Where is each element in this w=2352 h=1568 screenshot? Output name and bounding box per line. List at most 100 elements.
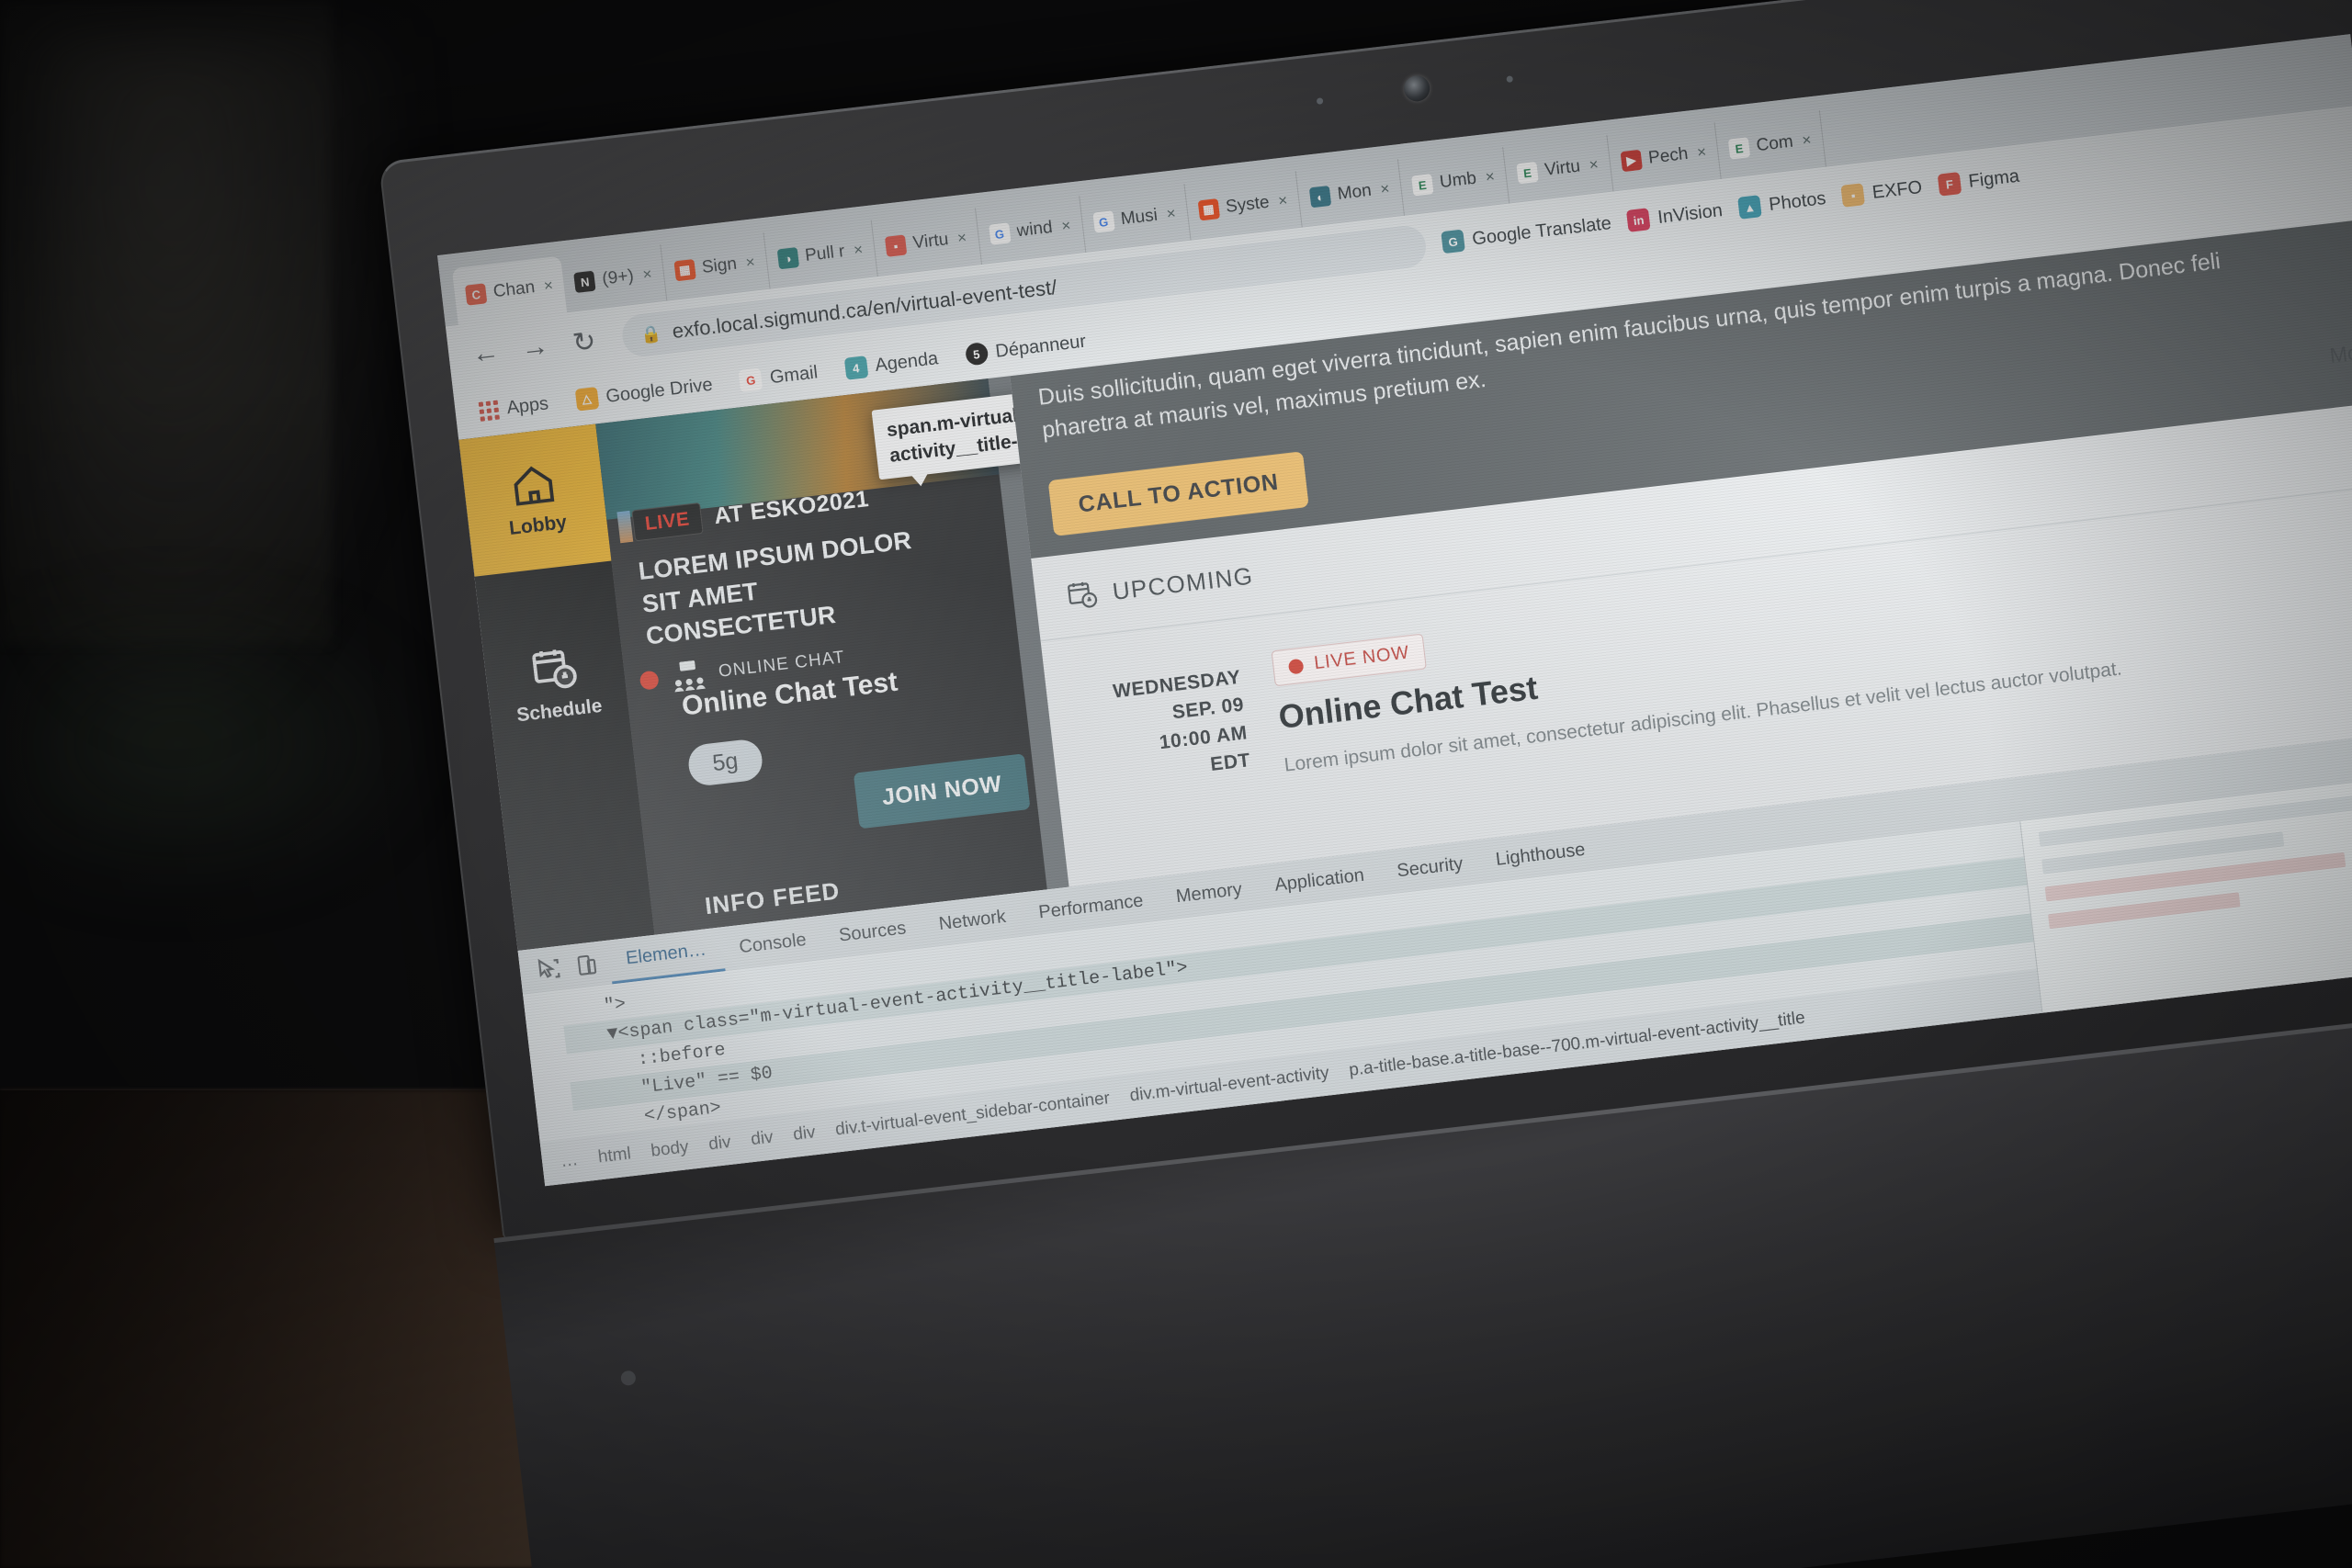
tab-close-icon[interactable]: × <box>543 276 554 296</box>
tab-favicon: ◐ <box>1308 185 1332 209</box>
bookmark-label: Google Drive <box>605 374 714 407</box>
tab-favicon: E <box>1516 161 1539 185</box>
breadcrumb-item[interactable]: div <box>707 1133 732 1156</box>
tab-close-icon[interactable]: × <box>745 253 756 272</box>
bookmark-agenda[interactable]: 4 Agenda <box>843 347 939 380</box>
tab-title: Pech <box>1647 143 1690 168</box>
event-sidebar-panel: LIVE AT ESKO2021 LOREM IPSUM DOLOR SIT A… <box>595 338 1289 935</box>
bookmark-label: EXFO <box>1871 176 1924 203</box>
tab-favicon: G <box>1091 210 1115 233</box>
live-badge: LIVE <box>631 502 704 542</box>
photos-icon: ▲ <box>1737 195 1762 220</box>
laptop: C Chan × N (9+) × ▦ Sign × ◑ Pull r × ▪ … <box>378 0 2352 1568</box>
bookmark-label: Photos <box>1768 187 1827 215</box>
sidebar-item-label: Schedule <box>515 694 604 727</box>
bookmark-photos[interactable]: ▲ Photos <box>1737 187 1826 220</box>
tab-favicon: C <box>464 283 488 306</box>
online-chat-icon <box>674 660 706 693</box>
tab-title: Virtu <box>911 230 950 254</box>
lock-icon: 🔒 <box>639 323 662 344</box>
tab-close-icon[interactable]: × <box>1166 204 1177 223</box>
invision-icon: in <box>1626 208 1651 232</box>
webcam-sensor-right-icon <box>1506 75 1514 84</box>
info-feed-heading: INFO FEED <box>703 876 842 920</box>
depanneur-icon: 5 <box>964 342 989 367</box>
tab-close-icon[interactable]: × <box>956 229 967 248</box>
bookmark-label: Dépanneur <box>994 331 1088 362</box>
tab-close-icon[interactable]: × <box>641 265 652 284</box>
tab-favicon: ▶ <box>1620 149 1643 173</box>
exfo-icon: ▪ <box>1840 183 1866 208</box>
sidebar-item-lobby[interactable]: Lobby <box>458 423 612 577</box>
tab-title: Syste <box>1225 192 1271 218</box>
inspector-tooltip-arrow <box>906 466 934 488</box>
event-datetime: WEDNESDAY SEP. 09 10:00 AM EDT <box>1093 664 1252 792</box>
bookmark-exfo[interactable]: ▪ EXFO <box>1840 176 1924 208</box>
back-icon[interactable]: ← <box>468 336 504 371</box>
breadcrumb-item[interactable]: div <box>750 1127 775 1150</box>
google-drive-icon: △ <box>574 387 599 412</box>
attendee-count-chip: 5g <box>686 738 764 788</box>
tab-close-icon[interactable]: × <box>1379 180 1390 199</box>
calendar-icon: 4 <box>843 355 868 380</box>
breadcrumb-item[interactable]: html <box>597 1144 632 1168</box>
tab-title: wind <box>1015 217 1054 242</box>
tab-close-icon[interactable]: × <box>853 241 864 260</box>
tab-title: Pull r <box>804 242 846 265</box>
bookmark-label: Agenda <box>874 347 940 376</box>
bookmark-label: InVision <box>1657 199 1724 228</box>
event-live-label: LIVE NOW <box>1313 642 1411 674</box>
tab-title: Virtu <box>1544 156 1582 180</box>
bookmark-figma[interactable]: F Figma <box>1937 165 2021 197</box>
reload-icon[interactable]: ↻ <box>566 324 603 360</box>
figma-icon: F <box>1937 172 1962 197</box>
breadcrumb-item[interactable]: div <box>792 1122 817 1145</box>
breadcrumb-ellipsis[interactable]: … <box>560 1150 579 1172</box>
tab-close-icon[interactable]: × <box>1060 217 1071 236</box>
activity-title: LOREM IPSUM DOLOR SIT AMET CONSECTETUR <box>637 525 913 650</box>
event-live-badge: LIVE NOW <box>1271 633 1428 687</box>
hinge-screw-icon <box>619 1370 637 1387</box>
bookmark-google-drive[interactable]: △ Google Drive <box>574 374 714 412</box>
tab-close-icon[interactable]: × <box>1696 143 1707 163</box>
upcoming-section-header: UPCOMING <box>1065 560 1255 611</box>
tab-title: Com <box>1755 131 1794 156</box>
screenshot-root: C Chan × N (9+) × ▦ Sign × ◑ Pull r × ▪ … <box>0 0 2352 1568</box>
bookmark-depanneur[interactable]: 5 Dépanneur <box>964 331 1087 367</box>
gmail-icon: G <box>738 367 763 393</box>
live-dot-icon <box>639 670 660 691</box>
bookmark-google-translate[interactable]: G Google Translate <box>1441 212 1612 254</box>
bookmark-invision[interactable]: in InVision <box>1626 199 1724 232</box>
sidebar-item-schedule[interactable]: Schedule <box>480 608 632 761</box>
apps-grid-icon <box>478 400 500 422</box>
live-dot-icon <box>1287 658 1305 674</box>
tab-favicon: G <box>988 222 1012 245</box>
bookmark-gmail[interactable]: G Gmail <box>738 361 820 393</box>
device-toolbar-icon[interactable] <box>570 948 605 983</box>
forward-icon[interactable]: → <box>516 331 553 366</box>
bookmark-label: Google Translate <box>1471 212 1612 249</box>
home-icon <box>514 466 555 506</box>
sidebar-item-label: Lobby <box>507 511 569 539</box>
tab-close-icon[interactable]: × <box>1485 167 1496 186</box>
tab-close-icon[interactable]: × <box>1801 130 1812 150</box>
tab-favicon: E <box>1727 137 1751 160</box>
apps-shortcut[interactable]: Apps <box>478 393 550 423</box>
tab-title: Mon <box>1336 180 1373 204</box>
breadcrumb-item[interactable]: body <box>650 1137 689 1162</box>
tab-title: Sign <box>700 254 739 277</box>
inspect-element-icon[interactable] <box>531 952 566 987</box>
tab-close-icon[interactable]: × <box>1589 155 1600 175</box>
google-translate-icon: G <box>1441 229 1465 254</box>
tab-favicon: ▦ <box>1197 198 1220 221</box>
tab-title: (9+) <box>601 265 635 289</box>
tab-favicon: ▦ <box>673 259 696 282</box>
tab-title: Chan <box>492 277 537 302</box>
background-glow-secondary <box>9 588 432 900</box>
bookmark-label: Gmail <box>768 361 820 388</box>
more-link[interactable]: More <box>2328 338 2352 368</box>
webcam-icon <box>1402 73 1431 103</box>
tab-title: Musi <box>1119 205 1159 230</box>
join-now-button[interactable]: JOIN NOW <box>853 753 1031 829</box>
tab-close-icon[interactable]: × <box>1277 191 1288 210</box>
